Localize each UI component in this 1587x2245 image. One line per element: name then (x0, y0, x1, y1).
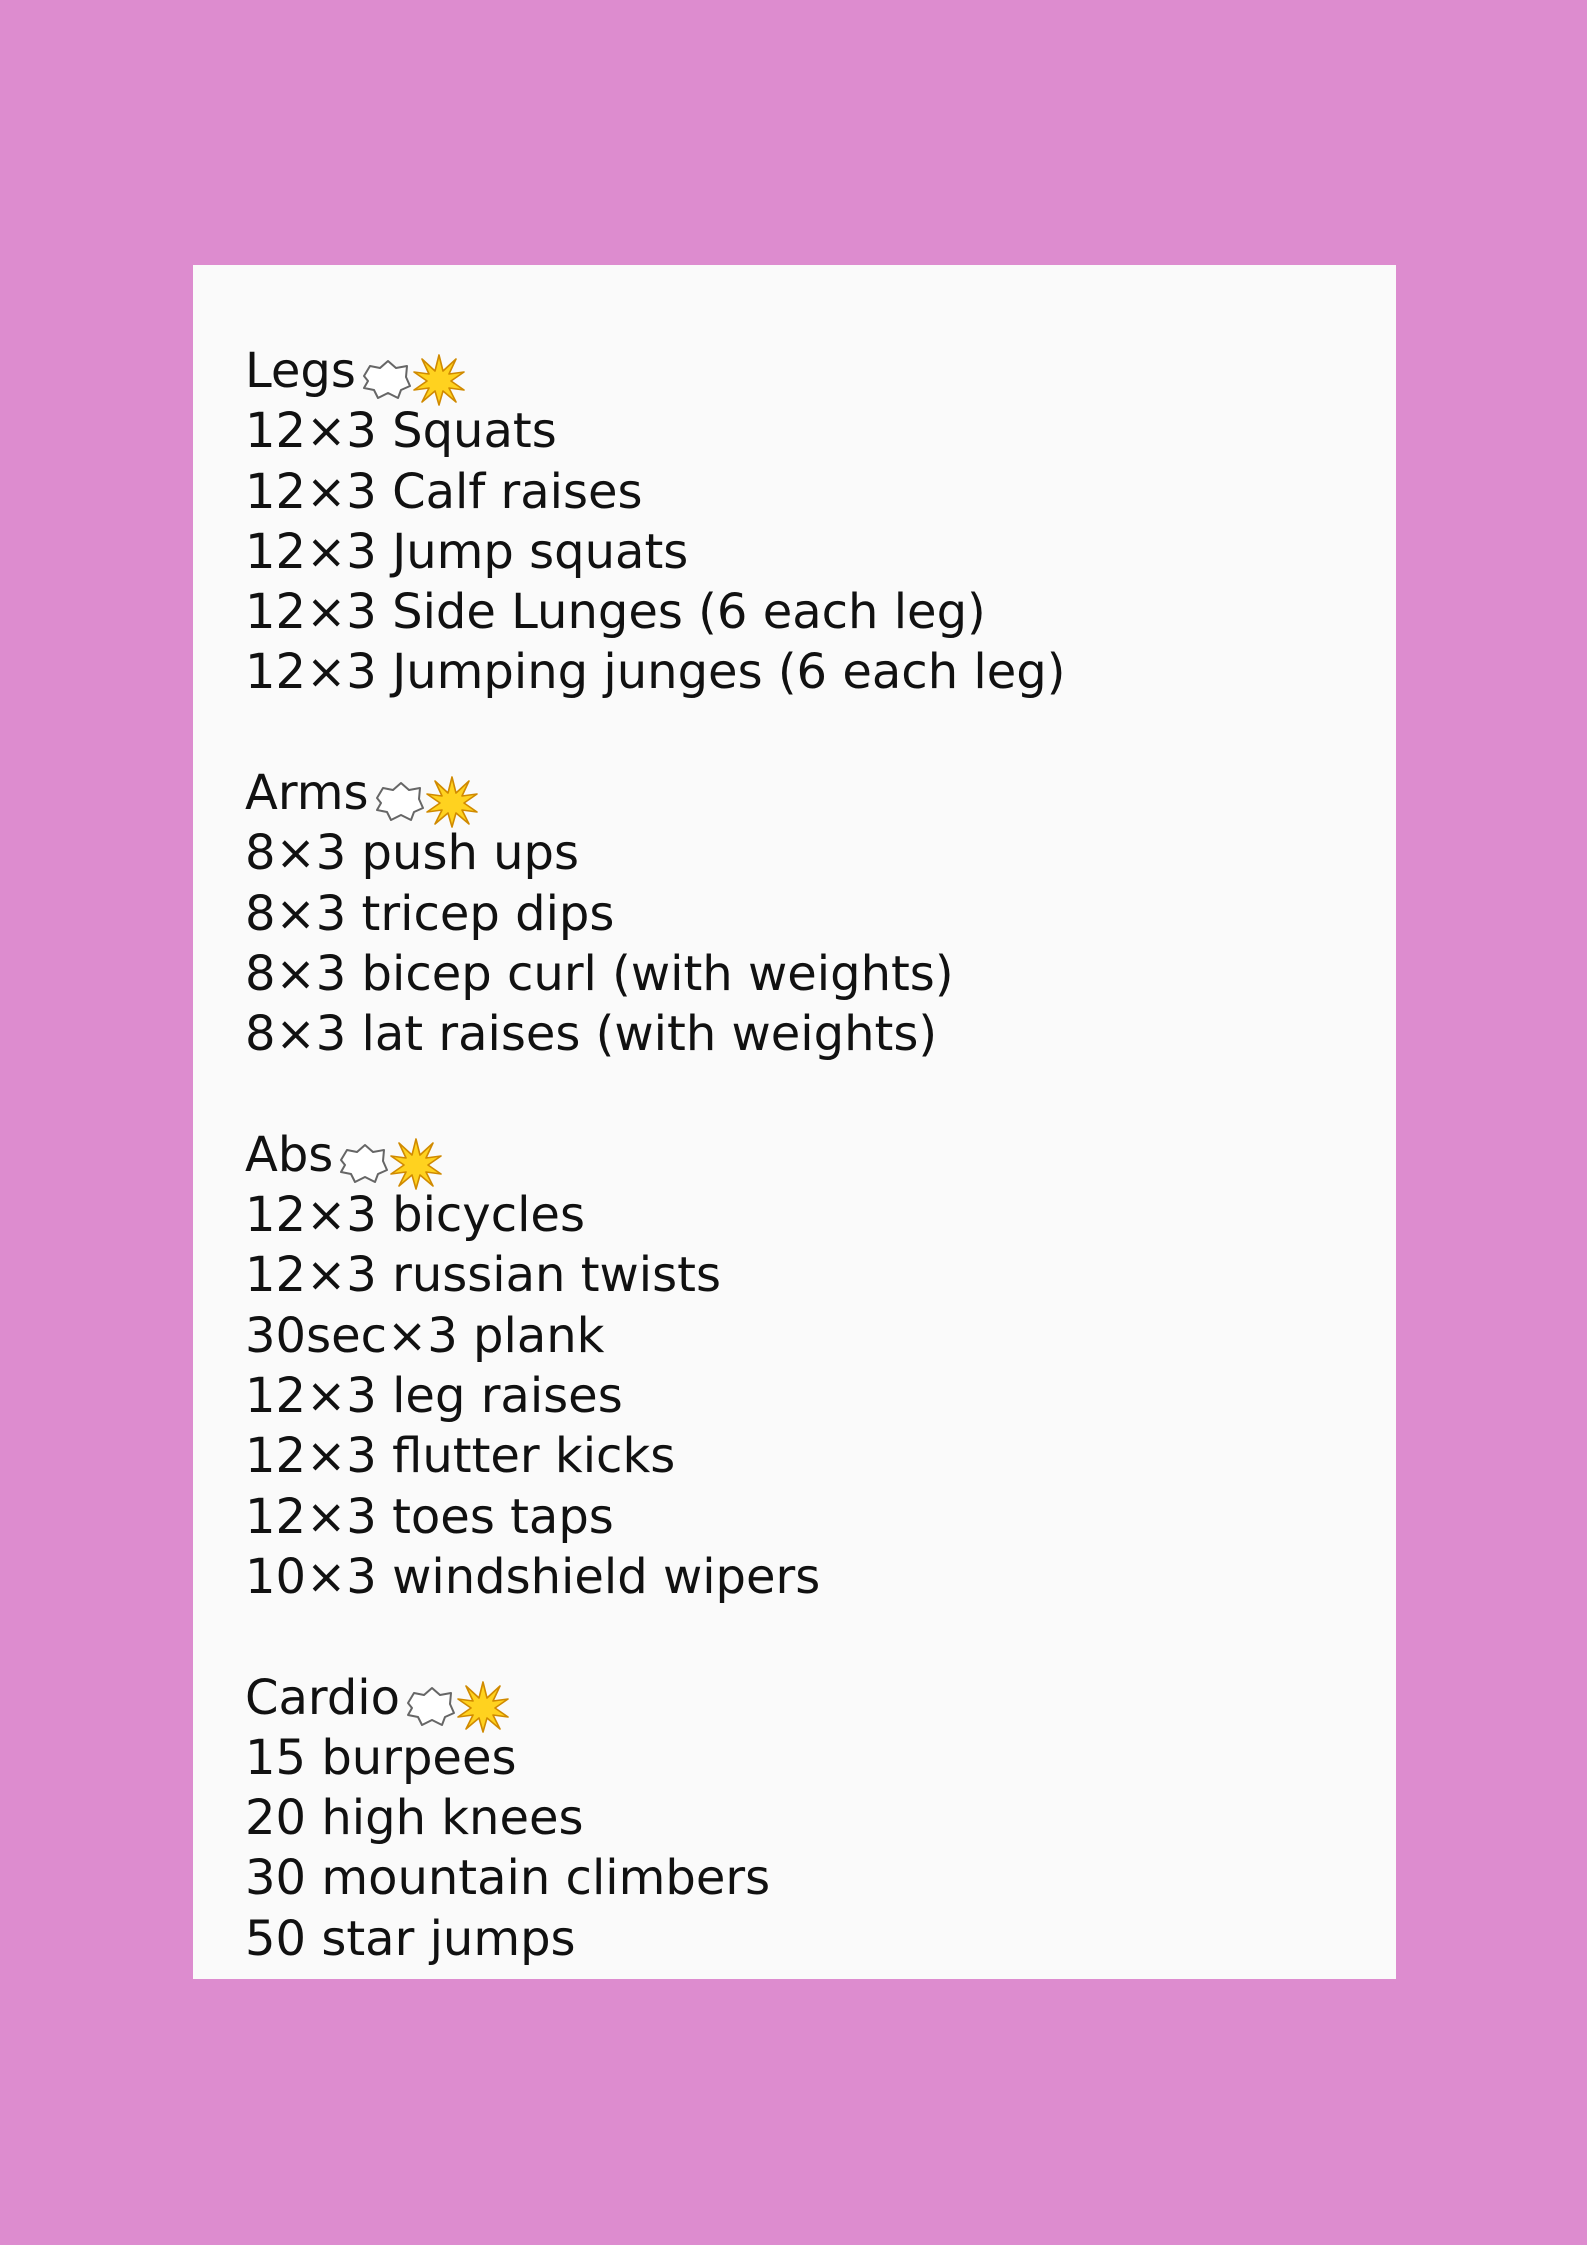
section-heading-text: Legs (245, 343, 356, 399)
heading-icons (360, 347, 466, 407)
explosion-star-icon (390, 1138, 443, 1190)
section-arms: Arms 8×3 push ups 8×3 tricep dips 8×3 bi… (245, 763, 1376, 1064)
anger-bubble-icon (407, 1686, 455, 1726)
section-heading: Arms (245, 763, 1376, 828)
exercise-item: 8×3 lat raises (with weights) (245, 1006, 938, 1063)
note-content: Legs 12×3 Squats 12×3 Calf raises 12×3 J… (245, 341, 1376, 1979)
section-heading-text: Abs (245, 1126, 334, 1183)
anger-bubble-icon (362, 360, 411, 399)
exercise-item: 20 high knees (245, 1790, 584, 1847)
exercise-item: 12×3 Side Lunges (6 each leg) (245, 584, 986, 641)
exercise-item: 8×3 bicep curl (with weights) (245, 945, 954, 1002)
exercise-item: 10×3 windshield wipers (245, 1548, 821, 1605)
section-cardio: Cardio 15 burpees 20 high knees 30 mount… (245, 1668, 1376, 1969)
heading-icons (337, 1131, 443, 1191)
section-heading-text: Arms (245, 765, 369, 822)
exercise-item: 12×3 toes taps (245, 1488, 614, 1545)
section-heading: Legs (245, 341, 1376, 406)
note-card: Legs 12×3 Squats 12×3 Calf raises 12×3 J… (193, 265, 1396, 1979)
explosion-star-icon (457, 1680, 509, 1733)
anger-bubble-icon (340, 1143, 389, 1183)
exercise-item: 50 star jumps (245, 1910, 576, 1967)
section-abs: Abs 12×3 bicycles 12×3 russian twists 30… (245, 1125, 1376, 1607)
exercise-item: 15 burpees (245, 1729, 517, 1786)
exercise-item: 12×3 flutter kicks (245, 1428, 676, 1485)
heading-icons (404, 1674, 510, 1734)
exercise-item: 12×3 Squats (245, 403, 557, 460)
section-heading-text: Cardio (245, 1669, 400, 1726)
explosion-star-icon (413, 354, 465, 406)
anger-bubble-icon (375, 782, 424, 822)
exercise-item: 30 mountain climbers (245, 1850, 771, 1907)
exercise-item: 30sec×3 plank (245, 1307, 605, 1364)
exercise-item: 12×3 Jump squats (245, 523, 689, 580)
exercise-item: 12×3 russian twists (245, 1247, 721, 1304)
exercise-item: 12×3 leg raises (245, 1368, 623, 1425)
exercise-item: 12×3 Jumping junges (6 each leg) (245, 644, 1066, 701)
exercise-item: 8×3 tricep dips (245, 885, 615, 942)
explosion-star-icon (425, 776, 478, 828)
heading-icons (373, 769, 479, 829)
exercise-item: 12×3 bicycles (245, 1187, 585, 1244)
section-heading: Abs (245, 1125, 1376, 1190)
section-legs: Legs 12×3 Squats 12×3 Calf raises 12×3 J… (245, 341, 1376, 703)
section-heading: Cardio (245, 1668, 1376, 1733)
exercise-item: 8×3 push ups (245, 825, 580, 882)
exercise-item: 12×3 Calf raises (245, 463, 643, 520)
